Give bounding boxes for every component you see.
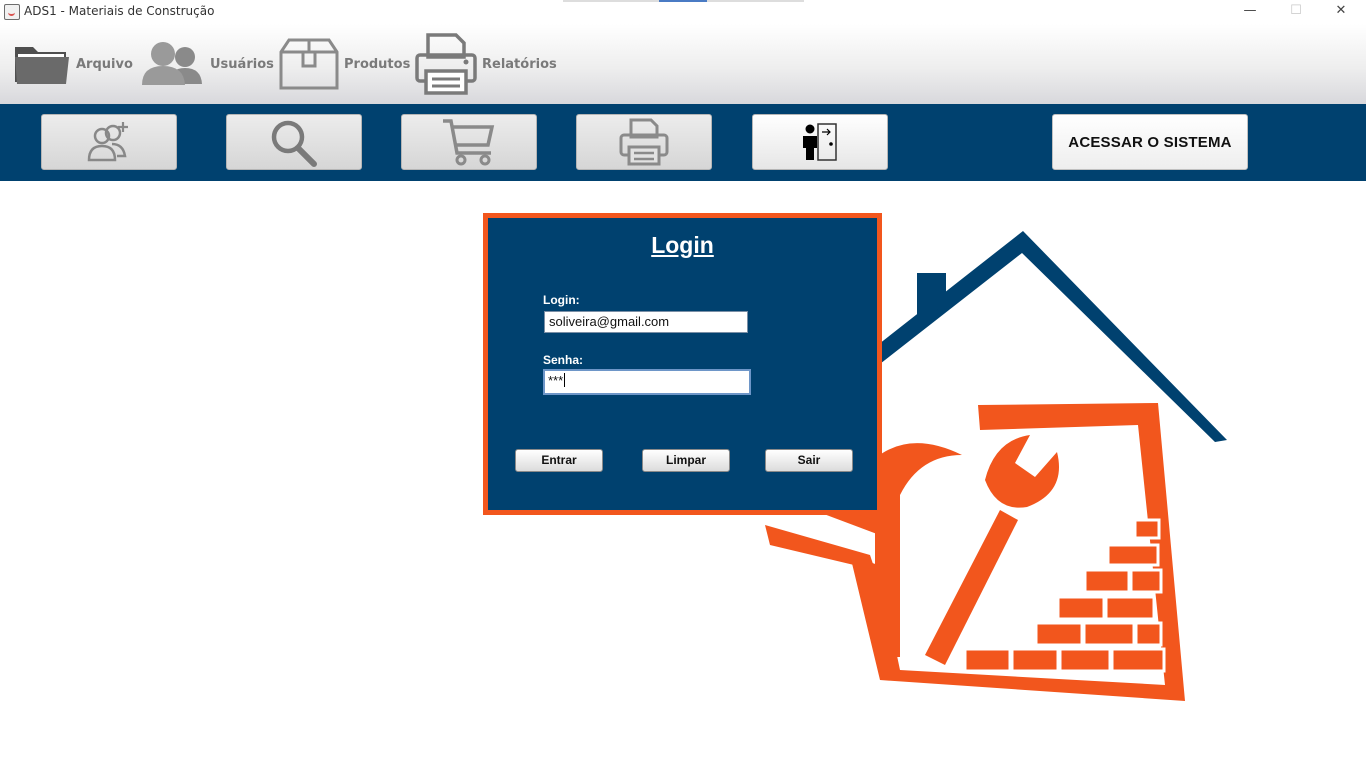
cart-icon	[443, 119, 495, 166]
menu-label: Produtos	[344, 56, 411, 72]
minimize-button[interactable]: —	[1227, 0, 1273, 24]
menu-produtos[interactable]: Produtos	[278, 24, 410, 104]
clear-button[interactable]: Limpar	[642, 449, 730, 472]
taskbar-stripe-active	[659, 0, 707, 2]
search-button[interactable]	[226, 114, 362, 170]
access-system-button[interactable]: ACESSAR O SISTEMA	[1052, 114, 1248, 170]
folder-icon	[15, 47, 69, 84]
menu-label: Usuários	[210, 56, 274, 72]
menu-label: Relatórios	[482, 56, 557, 72]
logout-button[interactable]	[752, 114, 888, 170]
users-icon	[142, 42, 202, 85]
login-input-value: soliveira@gmail.com	[549, 314, 670, 329]
login-panel: Login Login: soliveira@gmail.com Senha: …	[488, 218, 877, 510]
cart-button[interactable]	[401, 114, 537, 170]
add-user-icon	[87, 122, 128, 162]
menu-usuarios[interactable]: Usuários	[140, 24, 274, 104]
login-title: Login	[651, 232, 714, 258]
toolbar: ACESSAR O SISTEMA	[0, 104, 1366, 181]
login-label: Login:	[543, 293, 580, 307]
exit-door-icon	[803, 123, 837, 161]
password-label: Senha:	[543, 353, 584, 367]
enter-button[interactable]: Entrar	[515, 449, 603, 472]
text-caret	[564, 373, 566, 387]
box-icon	[279, 38, 339, 90]
window-title: ADS1 - Materiais de Construção	[24, 4, 215, 18]
taskbar-stripe	[707, 0, 804, 2]
add-user-button[interactable]	[41, 114, 177, 170]
print-button[interactable]	[576, 114, 712, 170]
java-app-icon	[4, 4, 20, 20]
printer-icon	[415, 33, 477, 95]
taskbar-stripe	[563, 0, 659, 2]
menu-bar: Arquivo Usuários Produtos Relatórios	[0, 24, 1366, 104]
menu-relatorios[interactable]: Relatórios	[414, 24, 557, 104]
exit-button[interactable]: Sair	[765, 449, 853, 472]
printer-icon	[619, 118, 669, 166]
maximize-button[interactable]: ☐	[1273, 0, 1319, 24]
password-input-value: ***	[548, 373, 564, 388]
close-button[interactable]: ✕	[1318, 0, 1364, 24]
login-input[interactable]: soliveira@gmail.com	[544, 311, 748, 333]
menu-arquivo[interactable]: Arquivo	[12, 24, 133, 104]
window-title-bar: ADS1 - Materiais de Construção — ☐ ✕	[0, 0, 1366, 24]
password-input[interactable]: ***	[543, 369, 751, 395]
login-dialog: Login Login: soliveira@gmail.com Senha: …	[483, 213, 882, 515]
search-icon	[271, 120, 317, 167]
menu-label: Arquivo	[76, 56, 133, 72]
